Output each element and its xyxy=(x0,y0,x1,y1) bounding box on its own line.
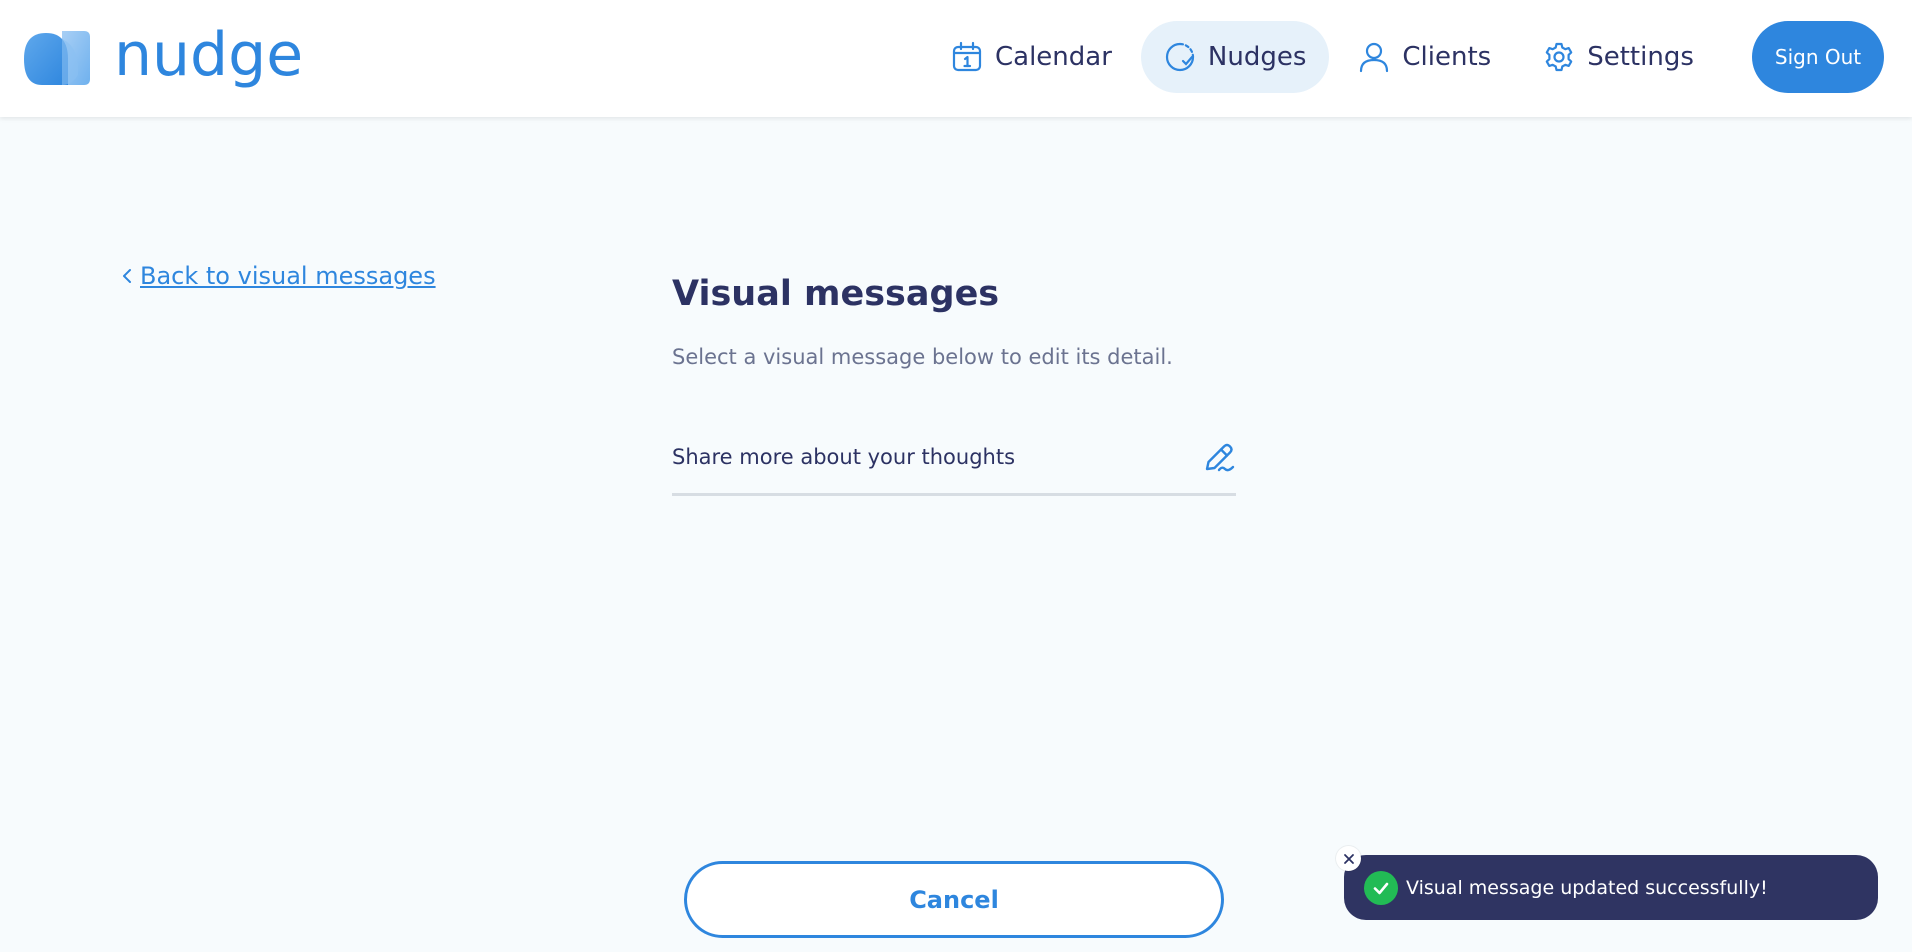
visual-message-label: Share more about your thoughts xyxy=(672,444,1016,469)
sign-out-button[interactable]: Sign Out xyxy=(1752,21,1884,93)
brand-name: nudge xyxy=(114,20,304,90)
top-header: nudge Calendar Nudges Clients Settings S… xyxy=(0,0,1912,117)
nav-label-settings: Settings xyxy=(1587,42,1694,72)
nav-item-clients[interactable]: Clients xyxy=(1335,21,1514,93)
nudge-logo-icon xyxy=(24,31,90,85)
chevron-left-icon xyxy=(123,269,131,283)
visual-message-item[interactable]: Share more about your thoughts xyxy=(672,434,1236,496)
success-toast: Visual message updated successfully! xyxy=(1344,855,1878,920)
nav-label-clients: Clients xyxy=(1402,42,1492,72)
gear-icon xyxy=(1545,42,1573,72)
main-nav: Calendar Nudges Clients Settings xyxy=(928,21,1723,93)
nav-label-nudges: Nudges xyxy=(1207,42,1307,72)
user-icon xyxy=(1360,42,1389,73)
close-icon xyxy=(1343,853,1354,864)
success-check-icon xyxy=(1364,870,1398,905)
nav-item-calendar[interactable]: Calendar xyxy=(928,21,1135,93)
back-link-label: Back to visual messages xyxy=(140,262,436,290)
toast-message: Visual message updated successfully! xyxy=(1406,876,1768,899)
nudge-logo[interactable]: nudge xyxy=(22,20,304,90)
cancel-button[interactable]: Cancel xyxy=(684,861,1224,938)
nav-label-calendar: Calendar xyxy=(995,42,1112,72)
edit-pen-icon[interactable] xyxy=(1202,439,1238,475)
page-title: Visual messages xyxy=(672,274,1000,314)
nav-item-nudges[interactable]: Nudges xyxy=(1140,21,1330,93)
back-to-visual-messages-link[interactable]: Back to visual messages xyxy=(120,262,436,290)
page-subtitle: Select a visual message below to edit it… xyxy=(672,345,1173,369)
nudges-icon xyxy=(1165,42,1195,72)
calendar-icon xyxy=(952,41,982,72)
nav-item-settings[interactable]: Settings xyxy=(1520,21,1717,93)
toast-close-button[interactable] xyxy=(1336,846,1361,871)
